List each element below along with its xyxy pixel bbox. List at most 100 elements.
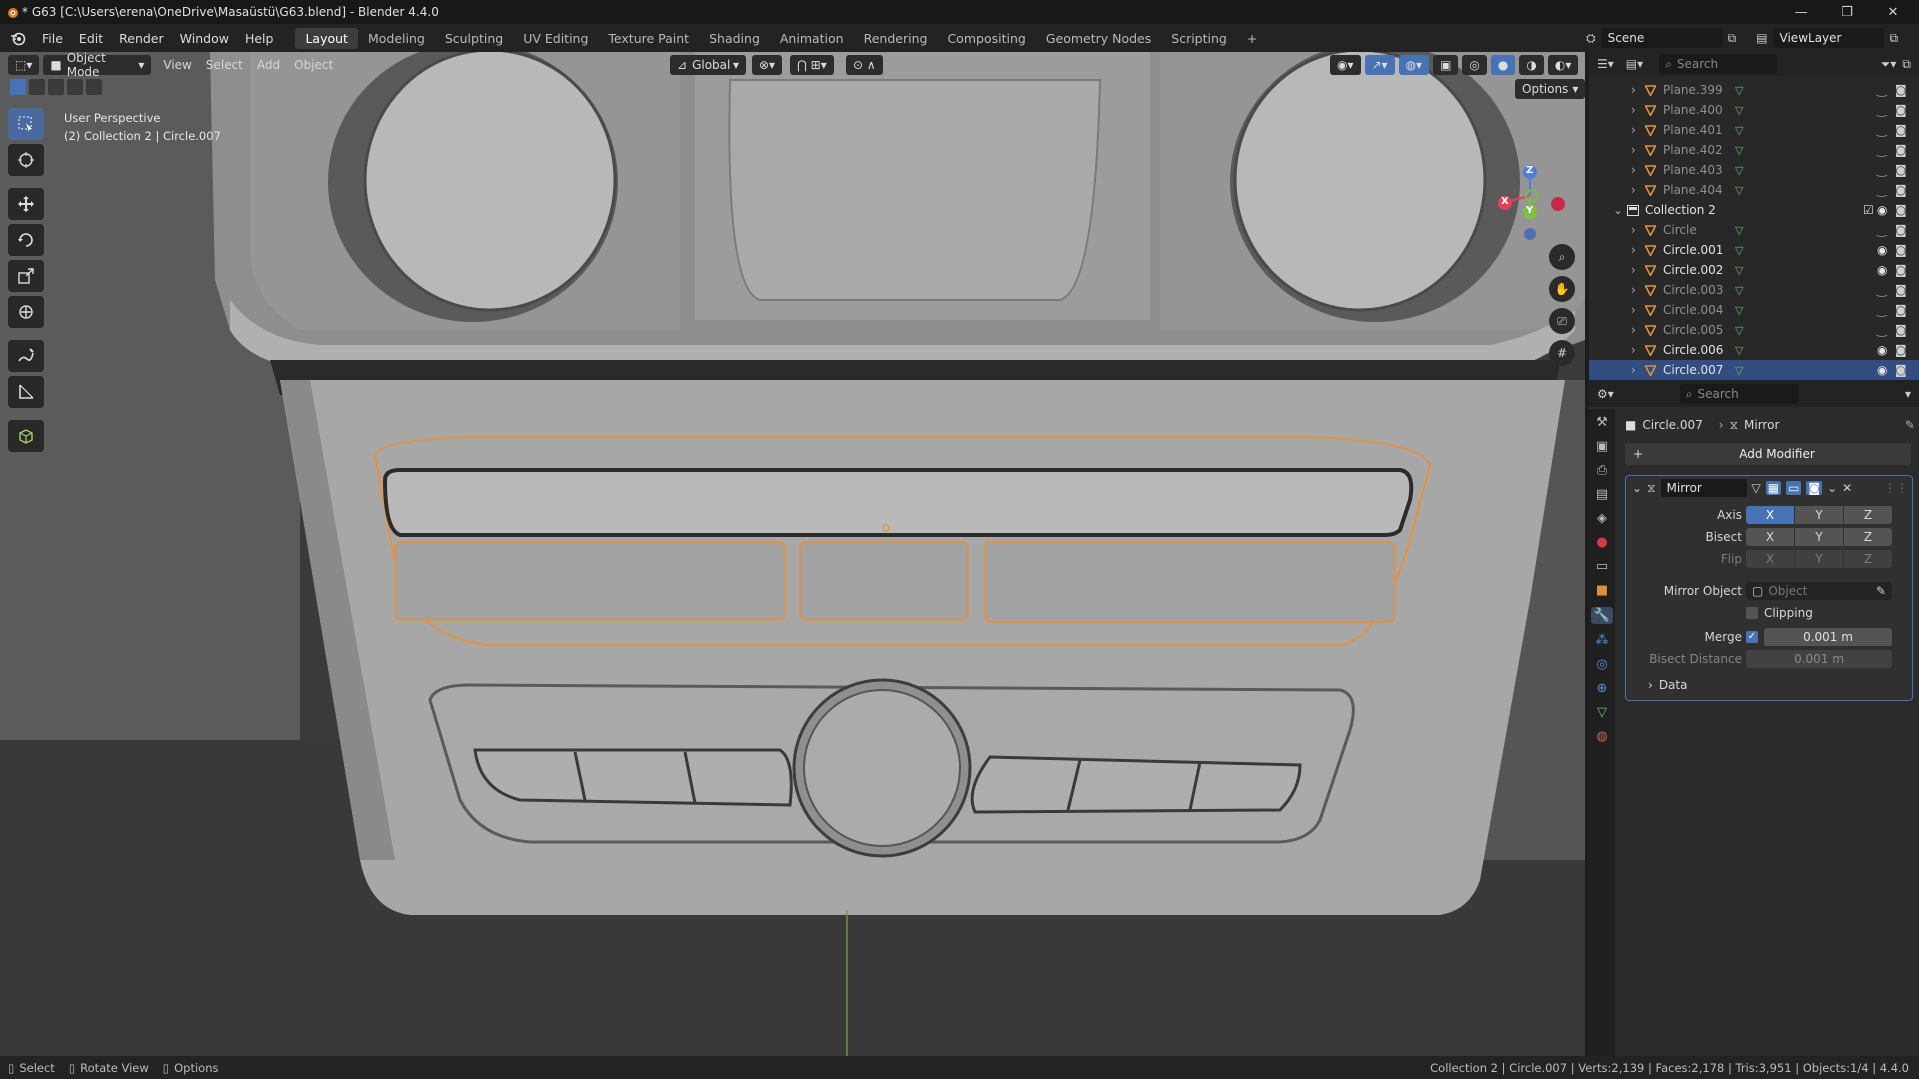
proportional-edit-toggle[interactable]: ⊙ ∧ bbox=[846, 55, 883, 75]
mesh-data-icon[interactable]: ▽ bbox=[1735, 144, 1743, 157]
menu-window[interactable]: Window bbox=[172, 31, 237, 46]
expand-chevron-icon[interactable]: ⌄ bbox=[1613, 203, 1623, 217]
outliner-object-row[interactable]: › Circle ▽ ‿ ◙ bbox=[1589, 220, 1919, 240]
object-tab-icon[interactable]: ■ bbox=[1596, 583, 1608, 598]
outliner-object-row[interactable]: › Plane.401 ▽ ‿ ◙ bbox=[1589, 120, 1919, 140]
outliner-object-row[interactable]: › Circle.003 ▽ ‿ ◙ bbox=[1589, 280, 1919, 300]
outliner-object-row[interactable]: › Circle.004 ▽ ‿ ◙ bbox=[1589, 300, 1919, 320]
expand-chevron-icon[interactable]: › bbox=[1631, 363, 1636, 377]
outliner-collection-row[interactable]: ⌄ Collection 2 ☑ ◉ ◙ bbox=[1589, 200, 1919, 220]
outliner-object-row[interactable]: › Plane.400 ▽ ‿ ◙ bbox=[1589, 100, 1919, 120]
ortho-grid-icon[interactable]: # bbox=[1549, 340, 1575, 366]
visibility-eye-icon[interactable]: ‿ bbox=[1877, 103, 1887, 117]
editor-type-button[interactable]: ⬚▾ bbox=[8, 55, 40, 75]
visibility-eye-icon[interactable]: ‿ bbox=[1877, 303, 1887, 317]
mesh-data-icon[interactable]: ▽ bbox=[1735, 224, 1743, 237]
flip-x-toggle[interactable]: X bbox=[1746, 550, 1794, 568]
mesh-data-icon[interactable]: ▽ bbox=[1735, 84, 1743, 97]
clipping-checkbox[interactable] bbox=[1746, 607, 1758, 619]
visibility-eye-icon[interactable]: ‿ bbox=[1877, 163, 1887, 177]
pan-hand-icon[interactable]: ✋ bbox=[1549, 276, 1575, 302]
move-tool[interactable] bbox=[8, 188, 44, 220]
visibility-eye-icon[interactable]: ‿ bbox=[1877, 183, 1887, 197]
new-collection-icon[interactable]: ⧉ bbox=[1902, 57, 1911, 72]
add-modifier-button[interactable]: + Add Modifier bbox=[1625, 443, 1911, 465]
on-cage-toggle-icon[interactable]: ▦ bbox=[1765, 481, 1782, 495]
options-dropdown[interactable]: Options ▾ bbox=[1515, 79, 1586, 99]
axis-z-toggle[interactable]: Z bbox=[1844, 506, 1892, 524]
solid-shading-icon[interactable]: ● bbox=[1490, 55, 1516, 75]
cursor-tool[interactable] bbox=[8, 144, 44, 176]
render-camera-icon[interactable]: ◙ bbox=[1895, 243, 1907, 257]
transform-tool[interactable] bbox=[8, 296, 44, 328]
tab-rendering[interactable]: Rendering bbox=[854, 28, 938, 49]
render-camera-icon[interactable]: ◙ bbox=[1895, 83, 1907, 97]
render-camera-icon[interactable]: ◙ bbox=[1895, 103, 1907, 117]
mode-dropdown[interactable]: ■ Object Mode ▾ bbox=[43, 51, 152, 79]
outliner-editor-icon[interactable]: ☰▾ bbox=[1597, 57, 1614, 71]
render-camera-icon[interactable]: ◙ bbox=[1895, 343, 1907, 357]
scale-tool[interactable] bbox=[8, 260, 44, 292]
render-camera-icon[interactable]: ◙ bbox=[1895, 323, 1907, 337]
visibility-eye-icon[interactable]: ‿ bbox=[1877, 83, 1887, 97]
measure-tool[interactable] bbox=[8, 376, 44, 408]
render-camera-icon[interactable]: ◙ bbox=[1895, 283, 1907, 297]
maximize-icon[interactable]: ❐ bbox=[1824, 0, 1870, 24]
viewport-menu-select[interactable]: Select bbox=[206, 58, 243, 72]
mesh-data-icon[interactable]: ▽ bbox=[1735, 264, 1743, 277]
view-layer-field[interactable]: ViewLayer bbox=[1773, 28, 1884, 48]
modifier-menu-icon[interactable]: ⌄ bbox=[1827, 481, 1837, 495]
expand-chevron-icon[interactable]: › bbox=[1631, 83, 1636, 97]
select-invert-icon[interactable] bbox=[67, 79, 83, 95]
modifier-tab-icon[interactable]: 🔧 bbox=[1590, 607, 1614, 624]
mesh-data-icon[interactable]: ▽ bbox=[1735, 104, 1743, 117]
constraints-tab-icon[interactable]: ⊕ bbox=[1597, 681, 1608, 696]
mesh-data-icon[interactable]: ▽ bbox=[1735, 344, 1743, 357]
mesh-data-icon[interactable]: ▽ bbox=[1735, 364, 1743, 377]
visibility-eye-icon[interactable]: ◉ bbox=[1877, 203, 1887, 217]
chevron-down-icon[interactable]: ▾ bbox=[1905, 387, 1911, 401]
collapse-chevron-icon[interactable]: ⌄ bbox=[1632, 481, 1642, 495]
tab-sculpting[interactable]: Sculpting bbox=[435, 28, 513, 49]
bisect-distance-field[interactable]: 0.001 m bbox=[1746, 650, 1892, 668]
orientation-dropdown[interactable]: ⊿ Global ▾ bbox=[670, 55, 746, 75]
merge-checkbox[interactable]: ✓ bbox=[1746, 631, 1758, 643]
properties-editor-icon[interactable]: ⚙▾ bbox=[1597, 387, 1614, 401]
expand-chevron-icon[interactable]: › bbox=[1631, 103, 1636, 117]
render-camera-icon[interactable]: ◙ bbox=[1895, 203, 1907, 217]
visibility-eye-icon[interactable]: ‿ bbox=[1877, 223, 1887, 237]
expand-chevron-icon[interactable]: › bbox=[1631, 183, 1636, 197]
view-layer-icon[interactable]: ▤ bbox=[1756, 31, 1767, 45]
visibility-eye-icon[interactable]: ◉ bbox=[1877, 363, 1887, 377]
output-tab-icon[interactable]: ⎙ bbox=[1597, 463, 1607, 478]
render-camera-icon[interactable]: ◙ bbox=[1895, 303, 1907, 317]
expand-chevron-icon[interactable]: › bbox=[1631, 343, 1636, 357]
render-toggle-icon[interactable]: ◙ bbox=[1806, 481, 1823, 495]
render-tab-icon[interactable]: ▣ bbox=[1596, 439, 1608, 454]
eyedropper-icon[interactable]: ✎ bbox=[1876, 584, 1886, 598]
scene-tab-icon[interactable]: ◈ bbox=[1597, 511, 1607, 526]
outliner-object-row[interactable]: › Circle.007 ▽ ◉ ◙ bbox=[1589, 360, 1919, 380]
bisect-z-toggle[interactable]: Z bbox=[1844, 528, 1892, 546]
merge-distance-field[interactable]: 0.001 m bbox=[1764, 628, 1892, 646]
visibility-eye-icon[interactable]: ‿ bbox=[1877, 323, 1887, 337]
visibility-eye-icon[interactable]: ‿ bbox=[1877, 283, 1887, 297]
select-intersect-icon[interactable] bbox=[86, 79, 102, 95]
physics-tab-icon[interactable]: ◎ bbox=[1596, 657, 1607, 672]
rotate-tool[interactable] bbox=[8, 224, 44, 256]
render-camera-icon[interactable]: ◙ bbox=[1895, 143, 1907, 157]
world-tab-icon[interactable]: ● bbox=[1596, 535, 1607, 550]
mirror-object-field[interactable]: ▢ Object ✎ bbox=[1746, 582, 1892, 600]
menu-render[interactable]: Render bbox=[111, 31, 172, 46]
mesh-data-icon[interactable]: ▽ bbox=[1735, 304, 1743, 317]
data-subpanel[interactable]: › Data bbox=[1648, 678, 1687, 692]
wireframe-shading-icon[interactable]: ◎ bbox=[1462, 55, 1487, 75]
new-scene-icon[interactable]: ⧉ bbox=[1728, 31, 1737, 46]
pivot-dropdown[interactable]: ⊗▾ bbox=[752, 55, 783, 75]
visibility-icon[interactable]: ◉▾ bbox=[1330, 55, 1361, 75]
pin-icon[interactable]: ✎ bbox=[1905, 418, 1915, 432]
render-camera-icon[interactable]: ◙ bbox=[1895, 223, 1907, 237]
outliner-object-row[interactable]: › Plane.402 ▽ ‿ ◙ bbox=[1589, 140, 1919, 160]
select-extend-icon[interactable] bbox=[29, 79, 45, 95]
filter-icon[interactable]: ⏷▾ bbox=[1881, 57, 1897, 72]
